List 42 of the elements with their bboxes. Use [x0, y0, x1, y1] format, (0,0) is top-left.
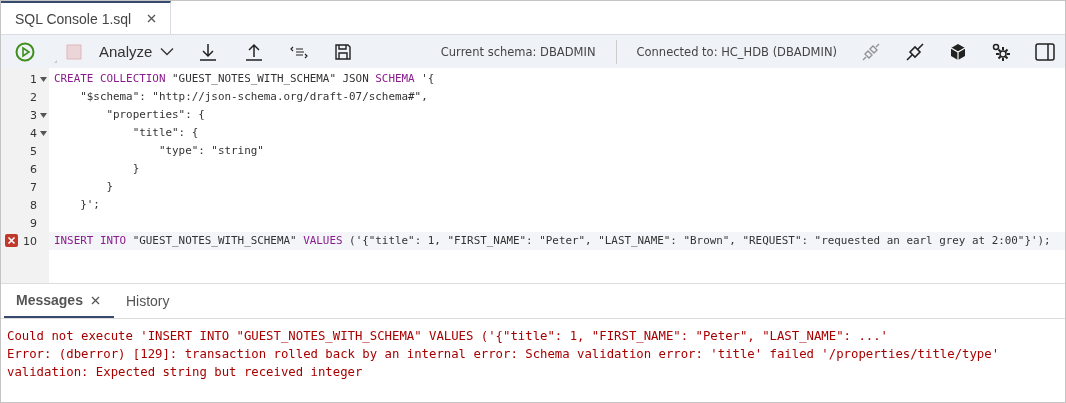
line-number: 2 [30, 90, 37, 104]
code-line: } [131, 161, 141, 177]
analyze-menu-button[interactable]: Analyze [99, 43, 175, 60]
gears-icon[interactable] [991, 41, 1011, 62]
panel-tab[interactable]: History [113, 284, 184, 318]
code-line: CREATE COLLECTION "GUEST_NOTES_WITH_SCHEMA" JSON SCHEMA '{ [53, 71, 436, 87]
tab-label: History [125, 293, 170, 309]
code-line: }'; [79, 197, 101, 213]
chevron-down-icon [160, 47, 175, 56]
upload-icon[interactable] [244, 41, 265, 62]
tab-label: SQL Console 1.sql [15, 10, 132, 27]
line-number: 1 [30, 72, 37, 86]
code-line: "title": { [131, 125, 200, 141]
code-line: "type": "string" [157, 143, 265, 159]
save-icon[interactable] [334, 42, 353, 61]
side-panel-icon[interactable] [1035, 42, 1055, 61]
line-number: 7 [30, 180, 37, 194]
error-message: Error: (dberror) [129]: transaction rolled back by an internal error: Schema validation error: 'title' failed '/properties/title/type' validation: Expected string but received integer [7, 346, 1001, 381]
panel-tab[interactable]: Messages [4, 284, 114, 318]
cube-icon[interactable] [949, 42, 967, 61]
code-line: "properties": { [105, 107, 206, 123]
line-number: 3 [30, 108, 37, 122]
tab-label: Messages [16, 292, 83, 308]
fold-caret-icon[interactable] [39, 76, 47, 82]
download-icon[interactable] [198, 41, 219, 62]
connection-text: Connected to: HC_HDB (DBADMIN) [636, 44, 837, 59]
plug-icon[interactable] [905, 41, 925, 62]
code-line: "$schema": "http://json-schema.org/draft-07/schema#", [79, 89, 429, 105]
line-number: 4 [30, 126, 37, 140]
current-schema-text: Current schema: DBADMIN [440, 44, 596, 59]
line-number: 5 [30, 144, 37, 158]
line-number: 9 [30, 216, 37, 230]
line-number: 10 [23, 234, 37, 248]
close-icon[interactable] [90, 295, 100, 305]
fold-caret-icon[interactable] [39, 112, 47, 118]
code-line: } [105, 179, 114, 195]
close-icon[interactable] [147, 14, 157, 23]
run-icon[interactable] [15, 41, 35, 62]
fold-caret-icon[interactable] [39, 130, 47, 136]
error-message: Could not execute 'INSERT INTO "GUEST_NOTES_WITH_SCHEMA" VALUES ('{"title": 1, "FIRST_NAME": "Peter", "LAST_NAME": ...' [7, 328, 889, 345]
line-number: 6 [30, 162, 37, 176]
line-number: 8 [30, 198, 37, 212]
